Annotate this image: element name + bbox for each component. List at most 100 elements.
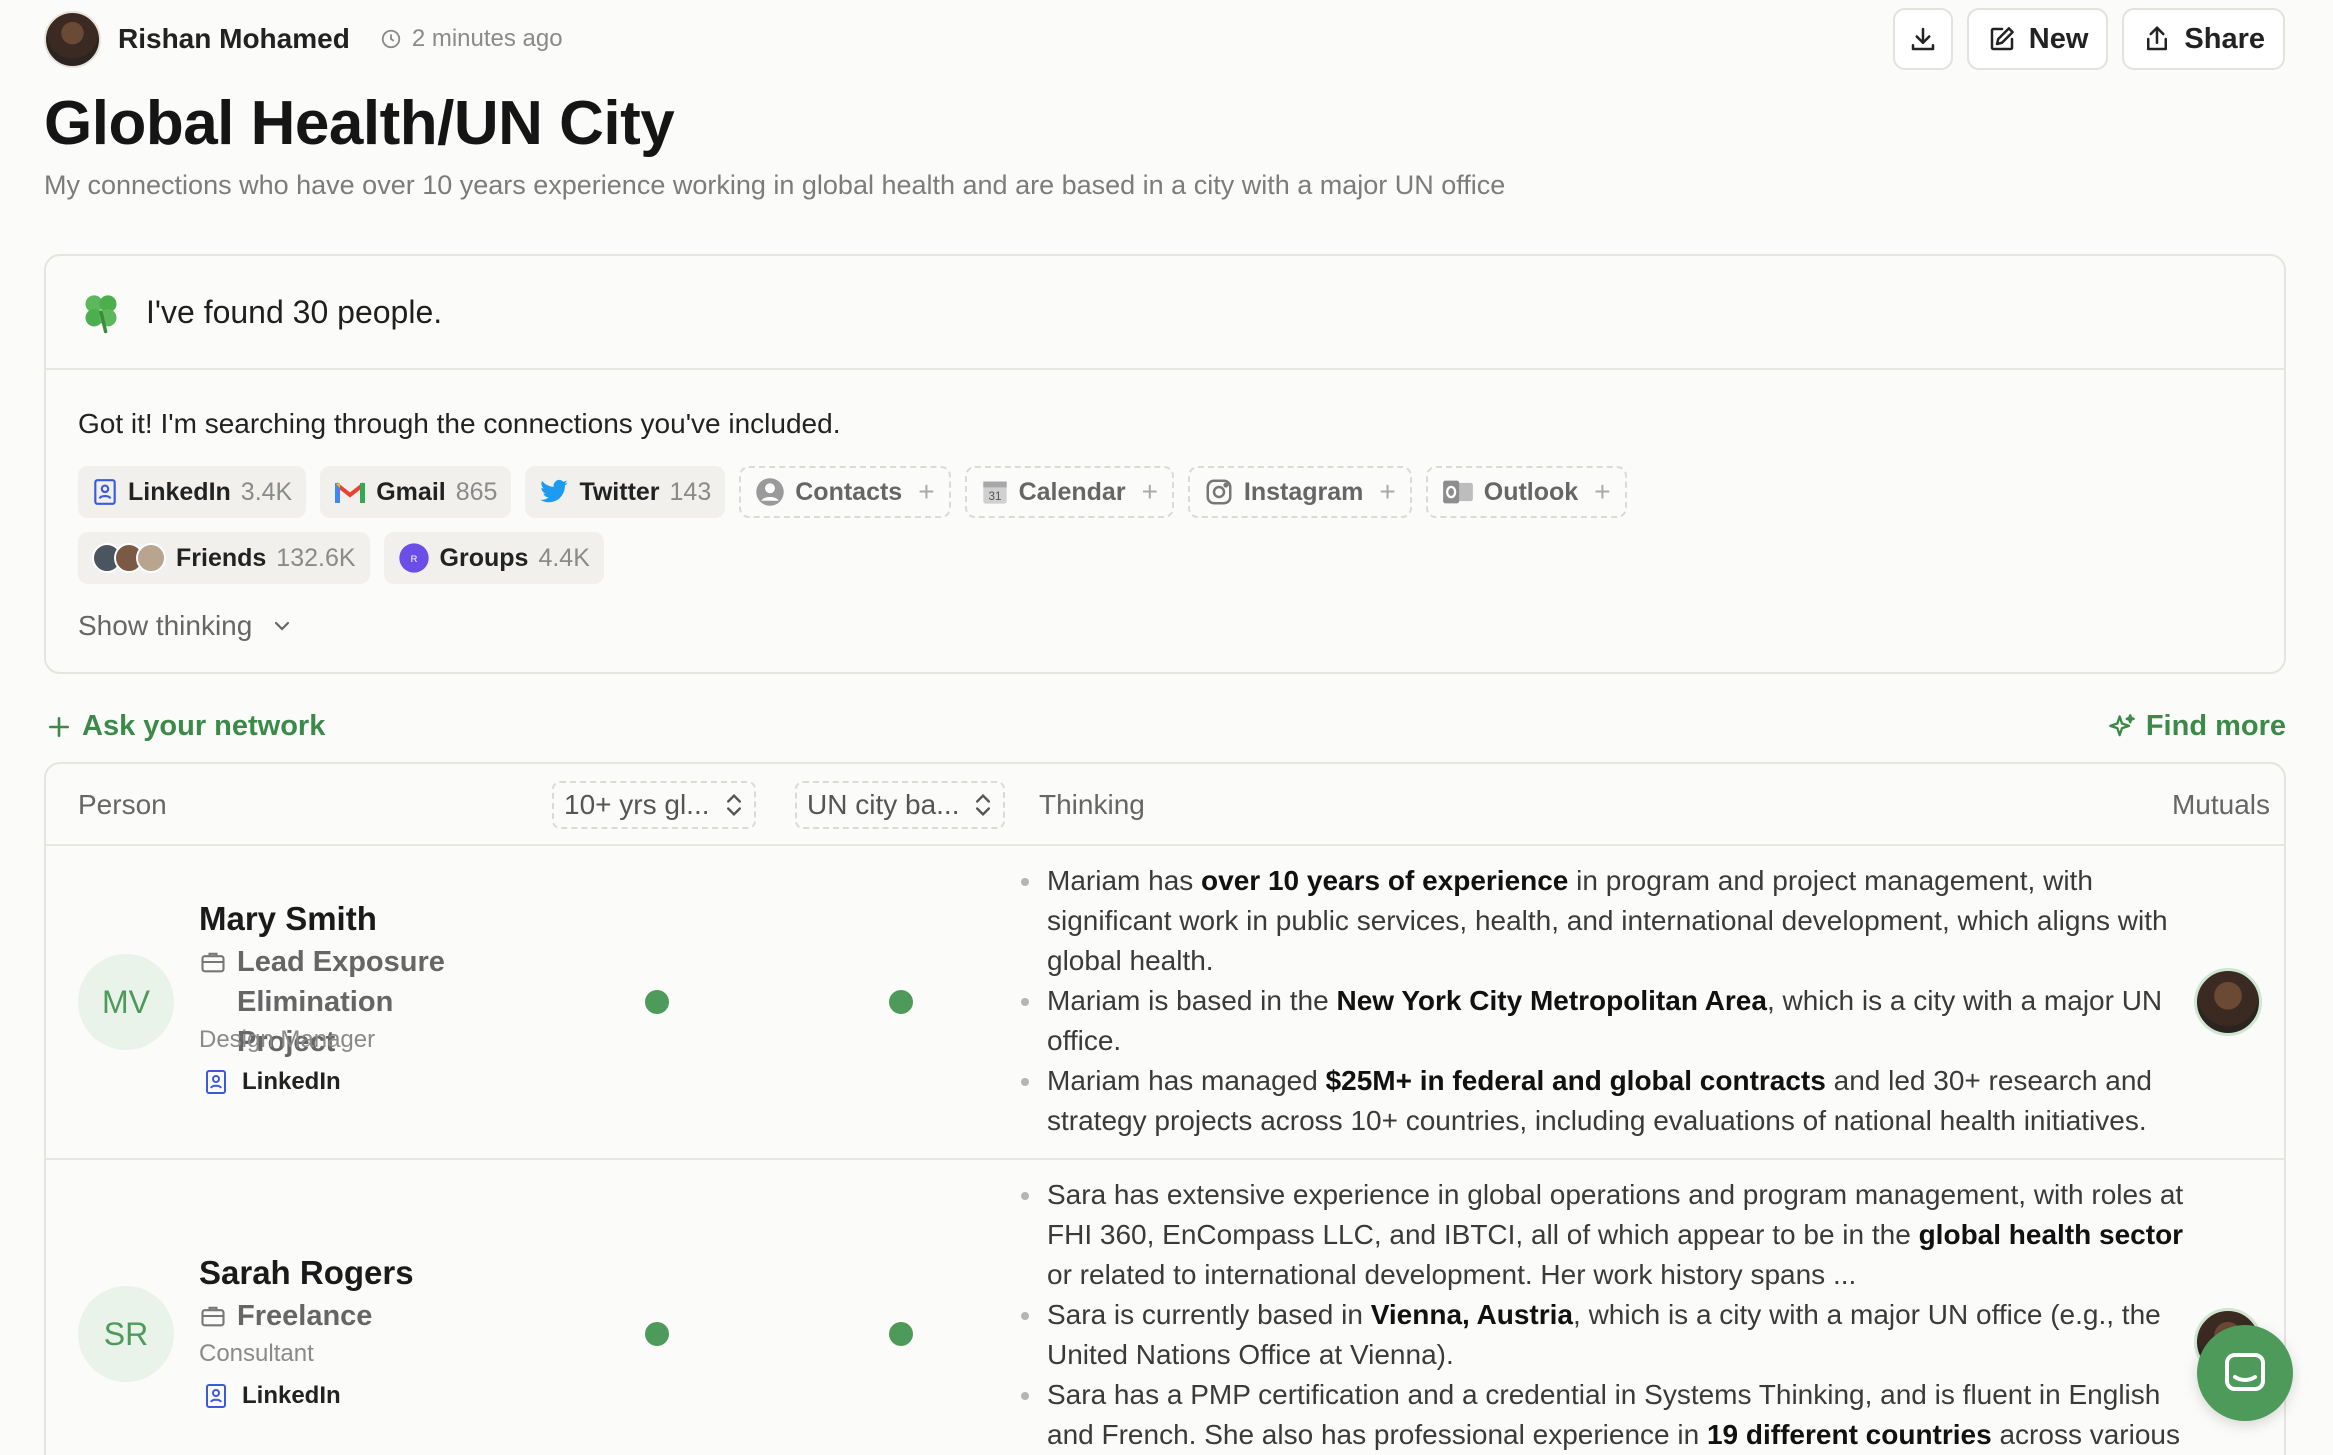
source-chip-count: 143	[669, 477, 712, 506]
column-header-person: Person	[78, 764, 167, 846]
groups-icon: R	[398, 543, 429, 573]
find-more-button[interactable]: Find more	[2108, 710, 2286, 743]
table-row[interactable]: MV Mary Smith Lead Exposure Elimination …	[46, 846, 2284, 1160]
search-intro-text: Got it! I'm searching through the connec…	[78, 408, 841, 439]
share-button[interactable]: Share	[2122, 8, 2285, 70]
new-button-label: New	[2028, 22, 2089, 55]
result-card: I've found 30 people. Got it! I'm search…	[44, 254, 2286, 674]
author-avatar[interactable]	[44, 10, 101, 68]
new-button[interactable]: New	[1966, 8, 2109, 70]
person-name[interactable]: Sarah Rogers	[199, 1254, 414, 1292]
column-header-label: Thinking	[1039, 789, 1145, 820]
source-chip-friends[interactable]: Friends 132.6K	[78, 532, 370, 584]
source-chip-label: Twitter	[579, 477, 660, 506]
source-chip-label: Groups	[439, 543, 529, 572]
sort-icon	[726, 794, 741, 816]
person-name[interactable]: Mary Smith	[199, 900, 377, 938]
found-count-text: I've found 30 people.	[146, 293, 443, 330]
criteria-2-match-indicator	[889, 1322, 913, 1346]
thinking-item: Sara is currently based in Vienna, Austr…	[1021, 1295, 2207, 1375]
column-header-mutuals: Mutuals	[2172, 764, 2270, 846]
result-card-body: Got it! I'm searching through the connec…	[46, 370, 2284, 642]
share-button-label: Share	[2184, 22, 2265, 55]
person-role: Consultant	[199, 1340, 314, 1367]
source-chip-instagram[interactable]: Instagram +	[1187, 466, 1412, 518]
person-avatar[interactable]: SR	[78, 1286, 174, 1382]
criteria-2-match-indicator	[889, 990, 913, 1014]
add-icon: +	[1141, 476, 1158, 507]
criteria-1-select[interactable]: 10+ yrs gl...	[552, 781, 756, 829]
column-header-label: 10+ yrs gl...	[564, 789, 710, 820]
author-name[interactable]: Rishan Mohamed	[118, 23, 350, 55]
clock-icon	[381, 29, 400, 49]
column-header-criteria-1[interactable]: 10+ yrs gl...	[552, 764, 756, 846]
person-source-linkedin[interactable]: LinkedIn	[204, 1382, 341, 1410]
source-chip-label: Contacts	[795, 477, 903, 506]
outlook-icon	[1442, 480, 1473, 504]
source-chip-label: Instagram	[1243, 477, 1364, 506]
source-chip-label: Friends	[176, 543, 267, 572]
table-header: Person 10+ yrs gl... UN city ba... Think…	[46, 764, 2284, 846]
person-source-label: LinkedIn	[242, 1068, 341, 1095]
svg-text:31: 31	[988, 490, 1001, 503]
people-table: Person 10+ yrs gl... UN city ba... Think…	[44, 762, 2286, 1455]
add-icon: +	[1379, 476, 1396, 507]
source-chip-gmail[interactable]: Gmail 865	[320, 466, 512, 518]
table-row[interactable]: SR Sarah Rogers Freelance Consultant Lin…	[46, 1160, 2284, 1455]
download-icon	[1911, 27, 1934, 51]
show-thinking-label: Show thinking	[78, 610, 253, 641]
friends-avatars-icon	[92, 543, 166, 573]
thinking-item: Mariam is based in the New York City Met…	[1021, 981, 2207, 1061]
svg-text:R: R	[410, 554, 417, 564]
page-subtitle: My connections who have over 10 years ex…	[44, 170, 1506, 200]
contacts-icon	[756, 478, 784, 506]
source-chip-count: 132.6K	[276, 543, 356, 572]
show-thinking-toggle[interactable]: Show thinking	[78, 610, 2252, 642]
briefcase-icon	[201, 952, 225, 973]
clover-icon	[85, 295, 117, 334]
timestamp-text: 2 minutes ago	[411, 25, 563, 52]
source-chip-linkedin[interactable]: LinkedIn 3.4K	[78, 466, 307, 518]
result-card-header: I've found 30 people.	[46, 256, 2284, 370]
thinking-item: Sara has a PMP certification and a crede…	[1021, 1375, 2207, 1455]
column-header-label: Mutuals	[2171, 789, 2270, 820]
briefcase-icon	[201, 1306, 225, 1327]
source-chip-contacts[interactable]: Contacts +	[739, 466, 951, 518]
person-source-linkedin[interactable]: LinkedIn	[204, 1068, 341, 1096]
source-chip-outlook[interactable]: Outlook +	[1425, 466, 1627, 518]
thinking-item: Sara has extensive experience in global …	[1021, 1175, 2207, 1295]
ask-network-button[interactable]: Ask your network	[46, 710, 325, 743]
ask-network-label: Ask your network	[82, 710, 326, 742]
source-chip-calendar[interactable]: 31 Calendar +	[964, 466, 1174, 518]
instagram-icon	[1206, 479, 1232, 505]
column-header-thinking: Thinking	[1039, 764, 1145, 846]
criteria-2-select[interactable]: UN city ba...	[795, 781, 1006, 829]
thinking-list: Mariam has over 10 years of experience i…	[1021, 861, 2207, 1141]
chat-icon	[2225, 1353, 2265, 1391]
column-header-criteria-2[interactable]: UN city ba...	[795, 764, 1006, 846]
mutual-connection-avatar[interactable]	[2194, 968, 2262, 1036]
plus-icon	[49, 716, 69, 737]
person-avatar[interactable]: MV	[78, 954, 174, 1050]
thinking-item: Mariam has managed $25M+ in federal and …	[1021, 1061, 2207, 1141]
add-icon: +	[1594, 476, 1611, 507]
share-icon	[2147, 26, 2168, 51]
source-chip-label: Gmail	[376, 477, 446, 506]
download-button[interactable]	[1892, 8, 1953, 70]
source-chip-twitter[interactable]: Twitter 143	[525, 466, 726, 518]
linkedin-contact-icon	[206, 1384, 226, 1408]
chat-launcher-button[interactable]	[2197, 1325, 2293, 1421]
person-company: Freelance	[199, 1296, 372, 1336]
source-chip-count: 3.4K	[240, 477, 293, 506]
edit-icon	[1990, 27, 2014, 51]
chevron-down-icon	[275, 621, 290, 631]
page-title: Global Health/UN City	[44, 89, 675, 158]
sort-icon	[976, 794, 991, 816]
source-chip-label: Outlook	[1483, 477, 1579, 506]
linkedin-contact-icon	[206, 1070, 226, 1094]
calendar-icon: 31	[982, 481, 1007, 504]
sparkle-icon	[2108, 713, 2135, 736]
source-chip-groups[interactable]: R Groups 4.4K	[383, 532, 604, 584]
person-source-label: LinkedIn	[242, 1382, 341, 1409]
criteria-1-match-indicator	[645, 990, 669, 1014]
